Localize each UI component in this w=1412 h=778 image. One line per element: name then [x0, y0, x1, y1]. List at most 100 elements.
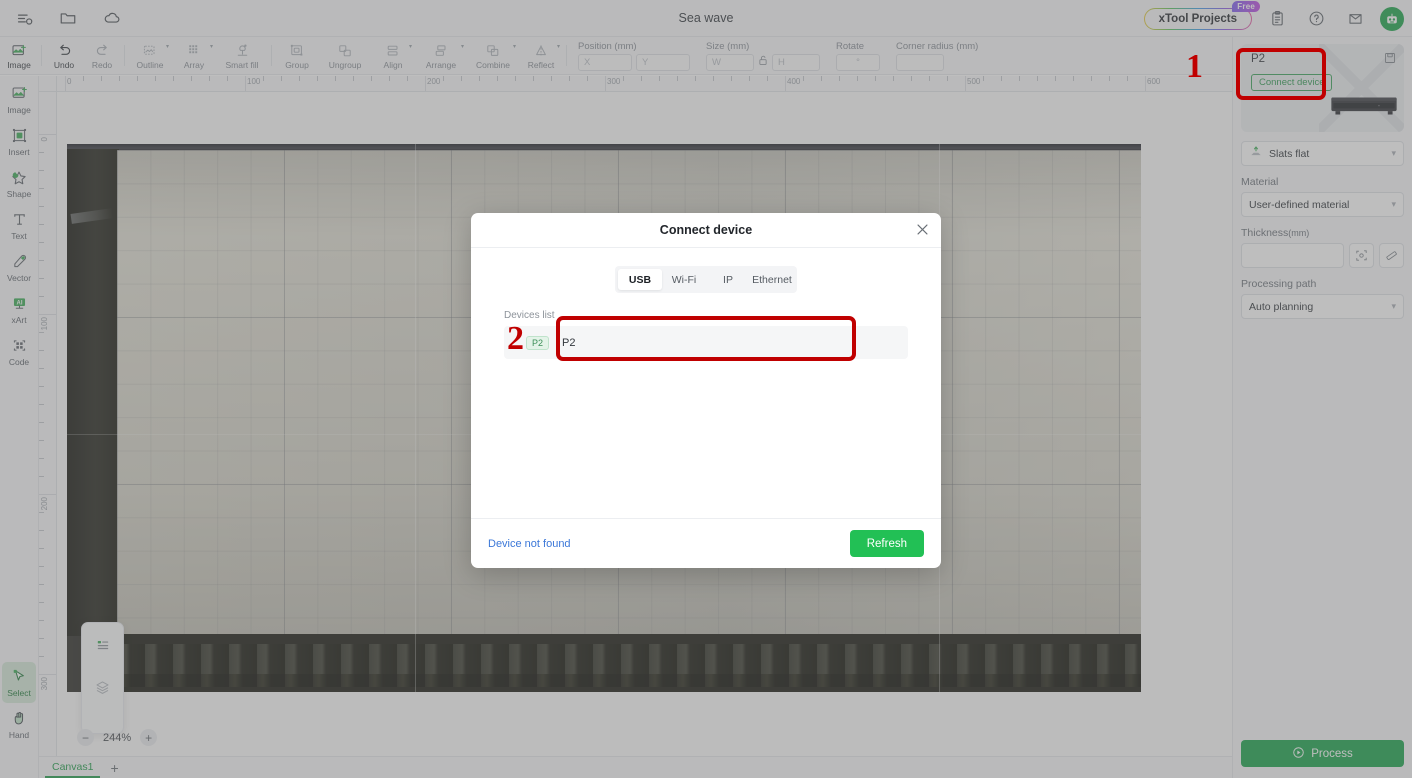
size-field-group: Size (mm) W H	[690, 37, 820, 74]
toolbar-array-button[interactable]: ▾ Array	[172, 37, 216, 74]
toolbar-align-label: Align	[384, 60, 403, 70]
arrange-caret-icon[interactable]: ▾	[461, 43, 464, 50]
sidebar-item-vector[interactable]: Vector	[2, 247, 36, 288]
tab-wifi[interactable]: Wi-Fi	[662, 269, 706, 290]
app-root: Sea wave xTool Projects Free	[0, 0, 1412, 778]
sidebar-item-label: Text	[11, 231, 27, 241]
toolbar-group-button[interactable]: Group	[275, 37, 319, 74]
device-type-chip: P2	[526, 336, 549, 350]
cursor-select-icon	[11, 667, 28, 686]
align-caret-icon[interactable]: ▾	[409, 43, 412, 50]
size-label: Size (mm)	[706, 41, 820, 52]
sidebar-item-label: Insert	[8, 147, 29, 157]
qr-code-icon	[11, 336, 28, 355]
toolbar-image-button[interactable]: Image	[0, 37, 38, 74]
clipboard-icon[interactable]	[1263, 5, 1291, 33]
top-bar: Sea wave xTool Projects Free	[0, 0, 1412, 37]
process-button[interactable]: Process	[1241, 740, 1404, 767]
device-card: P2 Connect device	[1241, 44, 1404, 132]
xtool-projects-label: xTool Projects	[1159, 13, 1237, 25]
sidebar-item-insert[interactable]: Insert	[2, 121, 36, 162]
processing-path-select[interactable]: Auto planning ▾	[1241, 294, 1404, 319]
menu-settings-icon[interactable]	[10, 4, 38, 32]
zoom-in-button[interactable]: +	[140, 729, 157, 746]
toolbar-outline-button[interactable]: ▾ Outline	[128, 37, 172, 74]
size-h-input[interactable]: H	[772, 54, 820, 71]
sidebar-item-code[interactable]: Code	[2, 331, 36, 372]
rotate-input[interactable]: °	[836, 54, 880, 71]
svg-text:AI: AI	[16, 300, 22, 306]
add-canvas-button[interactable]: +	[106, 760, 122, 776]
combine-caret-icon[interactable]: ▾	[513, 43, 516, 50]
corner-radius-input[interactable]	[896, 54, 944, 71]
group-icon	[289, 42, 305, 59]
close-icon[interactable]	[916, 223, 929, 241]
thickness-row	[1241, 243, 1404, 268]
device-not-found-link[interactable]: Device not found	[488, 538, 571, 550]
rotate-label: Rotate	[836, 41, 880, 52]
zoom-out-button[interactable]: −	[77, 729, 94, 746]
devices-list-label: Devices list	[504, 310, 908, 321]
toolbar-divider	[41, 45, 42, 66]
connect-device-button[interactable]: Connect device	[1251, 74, 1332, 91]
tab-usb[interactable]: USB	[618, 269, 662, 290]
sidebar-item-label: Code	[9, 357, 29, 367]
hand-icon	[11, 709, 28, 728]
accessory-select[interactable]: Slats flat ▾	[1241, 141, 1404, 166]
toolbar-arrange-button[interactable]: ▾ Arrange	[415, 37, 467, 74]
sidebar-item-text[interactable]: Text	[2, 205, 36, 246]
folder-icon[interactable]	[54, 4, 82, 32]
toolbar-reflect-button[interactable]: ▾ Reflect	[519, 37, 563, 74]
help-icon[interactable]	[1302, 5, 1330, 33]
toolbar-group-label: Group	[285, 60, 309, 70]
thickness-input[interactable]	[1241, 243, 1344, 268]
toolbar-align-button[interactable]: ▾ Align	[371, 37, 415, 74]
array-caret-icon[interactable]: ▾	[210, 43, 213, 50]
position-x-input[interactable]: X	[578, 54, 632, 71]
toolbar-smart-fill-button[interactable]: Smart fill	[216, 37, 268, 74]
toolbar-undo-button[interactable]: Undo	[45, 37, 83, 74]
vertical-ruler: 0 100 200 300	[39, 92, 57, 756]
list-view-icon[interactable]	[89, 631, 116, 658]
measure-thickness-button[interactable]	[1349, 243, 1374, 268]
reflect-icon	[533, 42, 549, 59]
sidebar-item-hand[interactable]: Hand	[2, 704, 36, 745]
xart-ai-icon: AI	[11, 294, 28, 313]
refresh-button[interactable]: Refresh	[850, 530, 924, 557]
material-select[interactable]: User-defined material ▾	[1241, 192, 1404, 217]
sidebar-item-shape[interactable]: Shape	[2, 163, 36, 204]
tab-ip[interactable]: IP	[706, 269, 750, 290]
tab-canvas1[interactable]: Canvas1	[45, 757, 100, 778]
account-avatar[interactable]	[1380, 7, 1404, 31]
top-bar-right-icons: xTool Projects Free	[1144, 0, 1404, 37]
toolbar-ungroup-button[interactable]: Ungroup	[319, 37, 371, 74]
save-icon[interactable]	[1384, 51, 1396, 69]
position-y-input[interactable]: Y	[636, 54, 690, 71]
outline-caret-icon[interactable]: ▾	[166, 43, 169, 50]
ruler-v-label: 300	[40, 677, 49, 690]
reflect-caret-icon[interactable]: ▾	[557, 43, 560, 50]
ruler-tool-button[interactable]	[1379, 243, 1404, 268]
toolbar-divider	[124, 45, 125, 66]
layers-icon[interactable]	[89, 674, 116, 701]
cloud-icon[interactable]	[98, 4, 126, 32]
undo-icon	[56, 42, 73, 59]
sidebar-item-select[interactable]: Select	[2, 662, 36, 703]
xtool-projects-button[interactable]: xTool Projects Free	[1144, 8, 1252, 30]
slat-teeth-row	[117, 644, 1141, 674]
outline-icon	[142, 42, 158, 59]
toolbar-divider	[566, 45, 567, 66]
material-label: Material	[1241, 176, 1404, 188]
toolbar-combine-button[interactable]: ▾ Combine	[467, 37, 519, 74]
toolbar-divider	[271, 45, 272, 66]
play-icon	[1292, 746, 1305, 762]
sidebar-item-image[interactable]: Image	[2, 79, 36, 120]
device-list-row[interactable]: P2 P2	[504, 326, 908, 359]
tab-ethernet[interactable]: Ethernet	[750, 269, 794, 290]
aspect-lock-icon[interactable]	[758, 55, 768, 69]
toolbar-redo-button[interactable]: Redo	[83, 37, 121, 74]
horizontal-ruler: 0 100 200 300 400 500 600	[57, 76, 1232, 92]
inbox-icon[interactable]	[1341, 5, 1369, 33]
size-w-input[interactable]: W	[706, 54, 754, 71]
sidebar-item-xart[interactable]: AI xArt	[2, 289, 36, 330]
